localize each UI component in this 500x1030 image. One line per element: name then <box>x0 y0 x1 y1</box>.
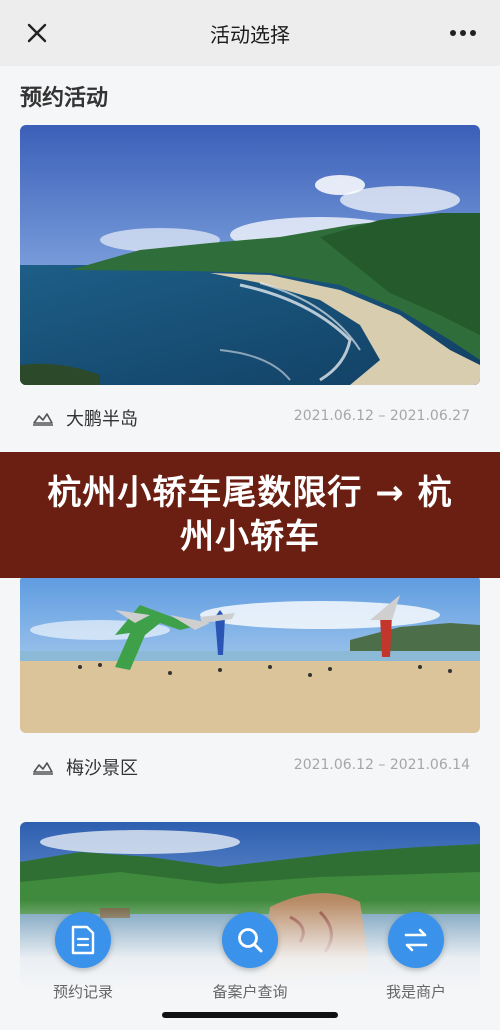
overlay-banner: 杭州小轿车尾数限行 → 杭州小轿车 <box>0 452 500 578</box>
more-dots-icon[interactable] <box>448 22 478 44</box>
activity-image-meisha[interactable] <box>20 575 480 733</box>
nav-registered-query[interactable]: 备案户查询 <box>195 910 305 1010</box>
activity-dates: 2021.06.12 – 2021.06.27 <box>293 408 470 424</box>
activity-dates: 2021.06.12 – 2021.06.14 <box>293 757 470 773</box>
activity-card-meisha[interactable]: 梅沙景区 2021.06.12 – 2021.06.14 <box>20 575 480 790</box>
nav-registered-query-button[interactable] <box>222 912 278 968</box>
close-icon[interactable] <box>22 18 52 48</box>
banner-text: 杭州小轿车尾数限行 → 杭州小轿车 <box>47 473 453 557</box>
nav-merchant[interactable]: 我是商户 <box>361 910 471 1010</box>
nav-merchant-button[interactable] <box>388 912 444 968</box>
activity-info-meisha: 梅沙景区 2021.06.12 – 2021.06.14 <box>20 751 480 781</box>
section-title: 预约活动 <box>20 86 109 111</box>
nav-label: 预约记录 <box>52 983 113 1001</box>
home-indicator <box>162 1012 338 1018</box>
page-title: 活动选择 <box>210 22 290 47</box>
landscape-pin-icon <box>33 413 53 426</box>
activity-name: 梅沙景区 <box>66 758 138 779</box>
nav-booking-records[interactable]: 预约记录 <box>28 910 138 1010</box>
nav-booking-records-button[interactable] <box>55 912 111 968</box>
nav-label: 我是商户 <box>385 983 446 1001</box>
search-icon <box>238 928 263 953</box>
nav-label: 备案户查询 <box>212 983 288 1001</box>
switch-arrows-icon <box>404 928 428 952</box>
activity-info-dapeng: 大鹏半岛 2021.06.12 – 2021.06.27 <box>20 402 480 432</box>
activity-card-dapeng[interactable]: 大鹏半岛 2021.06.12 – 2021.06.27 <box>20 125 480 435</box>
document-icon <box>71 925 95 955</box>
top-bar: 活动选择 <box>0 0 500 66</box>
landscape-pin-icon <box>33 762 53 775</box>
activity-image-dapeng[interactable] <box>20 125 480 385</box>
activity-name: 大鹏半岛 <box>66 409 138 430</box>
